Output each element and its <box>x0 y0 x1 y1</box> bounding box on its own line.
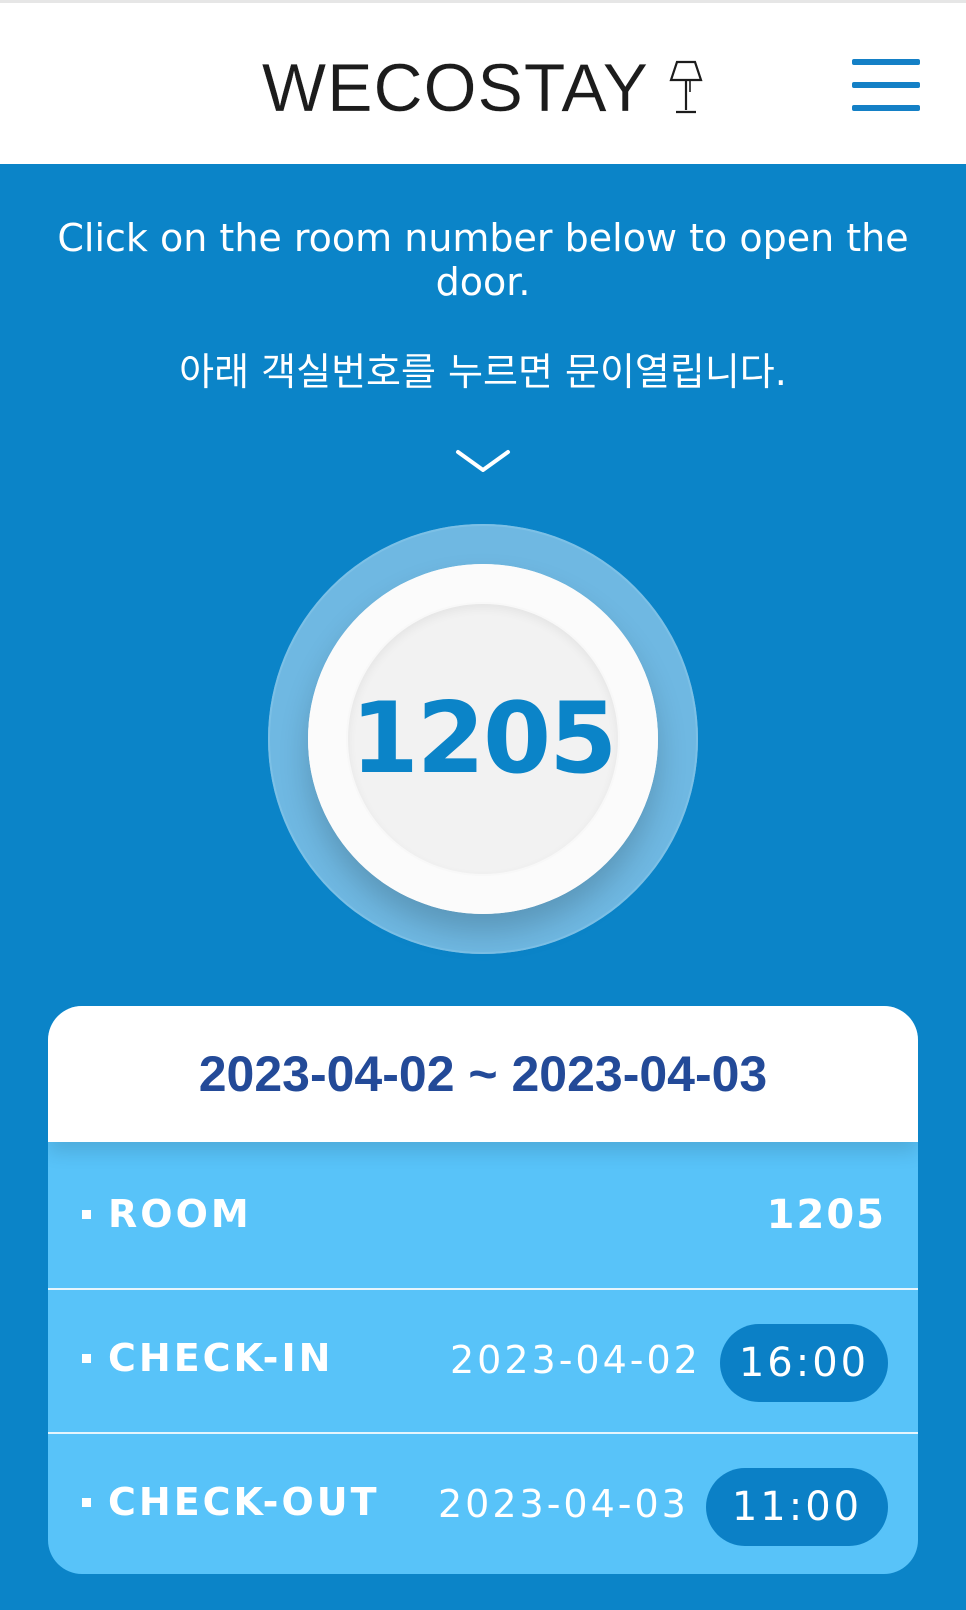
room-label: ROOM <box>108 1192 252 1236</box>
bullet-icon <box>82 1498 91 1507</box>
check-in-row: CHECK-IN 2023-04-02 16:00 <box>48 1290 918 1434</box>
bullet-icon <box>82 1210 91 1219</box>
reservation-card: 2023-04-02 ~ 2023-04-03 ROOM 1205 CHECK-… <box>48 1006 918 1574</box>
check-in-date: 2023-04-02 <box>450 1338 701 1382</box>
stay-date-range: 2023-04-02 ~ 2023-04-03 <box>198 1046 768 1102</box>
reservation-date-header: 2023-04-02 ~ 2023-04-03 <box>48 1006 918 1142</box>
room-number: 1205 <box>350 682 618 796</box>
logo-text: WECOSTAY <box>261 50 649 126</box>
room-button-ring: 1205 <box>268 524 698 954</box>
check-out-time: 11:00 <box>706 1468 888 1546</box>
main-content: Click on the room number below to open t… <box>0 164 966 1610</box>
room-row: ROOM 1205 <box>48 1142 918 1286</box>
menu-bar-icon <box>852 59 920 65</box>
instruction-english: Click on the room number below to open t… <box>57 216 909 304</box>
open-door-room-button[interactable]: 1205 <box>308 564 658 914</box>
app-header: WECOSTAY <box>0 0 966 164</box>
wecostay-logo[interactable]: WECOSTAY <box>0 53 966 123</box>
menu-bar-icon <box>852 105 920 111</box>
chevron-down-icon <box>456 450 510 472</box>
check-in-label: CHECK-IN <box>108 1336 334 1380</box>
menu-bar-icon <box>852 82 920 88</box>
check-out-date: 2023-04-03 <box>438 1482 689 1526</box>
lamp-icon <box>669 60 703 114</box>
room-value: 1205 <box>766 1192 886 1238</box>
instruction-korean: 아래 객실번호를 누르면 문이열립니다. <box>179 350 787 394</box>
hamburger-menu-button[interactable] <box>852 59 920 113</box>
check-in-time: 16:00 <box>720 1324 888 1402</box>
check-out-label: CHECK-OUT <box>108 1480 380 1524</box>
check-out-row: CHECK-OUT 2023-04-03 11:00 <box>48 1434 918 1574</box>
bullet-icon <box>82 1354 91 1363</box>
